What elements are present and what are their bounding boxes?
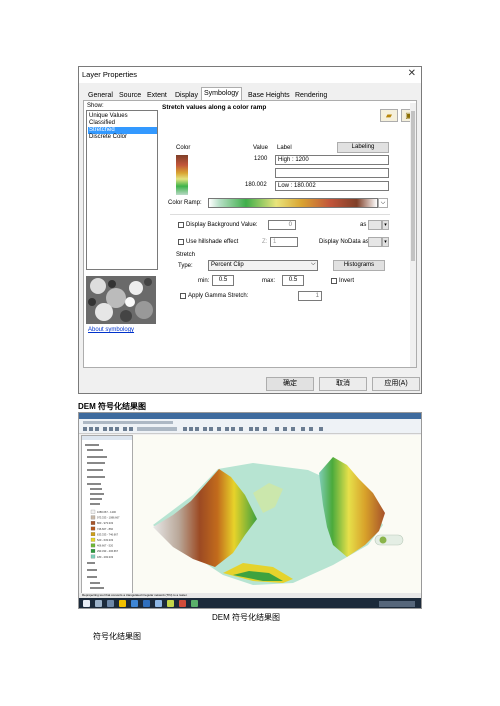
invert-checkbox[interactable] <box>331 278 337 284</box>
legend-label: 633.333 - 746.667 <box>97 532 119 536</box>
legend-label: 860 - 973.333 <box>97 521 114 525</box>
word-icon[interactable] <box>143 600 150 607</box>
gamma-label: Apply Gamma Stretch: <box>188 293 249 299</box>
min-label: min: <box>198 278 210 284</box>
color-ramp-swatch <box>176 155 188 195</box>
legend-swatch <box>90 526 96 531</box>
show-item-classified[interactable]: Classified <box>88 120 157 127</box>
symbology-panel: Show: Unique Values Classified Stretched… <box>83 100 417 368</box>
gamma-input[interactable]: 1 <box>298 291 322 301</box>
cancel-button[interactable]: 取消 <box>319 377 367 391</box>
layer-properties-dialog: Layer Properties ✕ General Source Extent… <box>78 66 422 394</box>
show-item-unique-values[interactable]: Unique Values <box>88 113 157 120</box>
legend-label: 973.333 - 1086.667 <box>97 516 120 520</box>
show-label: Show: <box>87 103 104 109</box>
chevron-down-icon[interactable]: ⌵ <box>378 198 388 208</box>
low-value: 180.002 <box>245 182 267 188</box>
invert-label: Invert <box>339 278 355 284</box>
scrollbar[interactable] <box>410 103 416 367</box>
apply-button[interactable]: 应用(A) <box>372 377 420 391</box>
start-icon[interactable] <box>83 600 90 607</box>
max-input[interactable]: 0.5 <box>282 275 304 286</box>
map-view[interactable] <box>133 435 421 593</box>
browser-icon[interactable] <box>131 600 138 607</box>
tab-symbology[interactable]: Symbology <box>201 87 242 101</box>
legend-label: 293.333 - 406.667 <box>97 549 119 553</box>
nodata-color-picker[interactable] <box>368 237 382 247</box>
legend-swatch <box>90 543 96 548</box>
legend-label: 406.667 - 520 <box>97 544 114 548</box>
legend-label: 520 - 633.333 <box>97 538 114 542</box>
figure-caption-1: DEM 符号化结果图 <box>78 402 146 411</box>
high-value: 1200 <box>254 156 268 162</box>
legend-label: 1086.667 - 1200 <box>97 510 116 514</box>
stretch-group-label: Stretch <box>176 252 196 258</box>
legend-swatch <box>90 554 96 559</box>
search-icon[interactable] <box>95 600 102 607</box>
table-of-contents: 1086.667 - 1200 973.333 - 1086.667 860 - 9… <box>81 435 133 595</box>
legend-swatch <box>90 549 96 553</box>
arcmap-screenshot: 1086.667 - 1200 973.333 - 1086.667 860 - 9… <box>78 412 422 609</box>
task-view-icon[interactable] <box>107 600 114 607</box>
close-icon[interactable]: ✕ <box>408 68 416 79</box>
color-ramp-label: Color Ramp: <box>168 200 202 206</box>
background-color-picker[interactable] <box>368 220 382 230</box>
high-label-input[interactable]: High : 1200 <box>275 155 389 165</box>
z-factor-input[interactable]: 1 <box>270 237 298 247</box>
stretch-settings: Stretch values along a color ramp Color … <box>162 101 417 367</box>
show-list[interactable]: Unique Values Classified Stretched Discr… <box>86 110 158 270</box>
legend-swatch <box>90 515 96 520</box>
figure-caption-3: 符号化结果图 <box>93 632 141 641</box>
ok-button[interactable]: 确定 <box>266 377 314 391</box>
show-item-discrete-color[interactable]: Discrete Color <box>88 134 157 141</box>
arcmap-icon[interactable] <box>155 600 162 607</box>
open-folder-icon[interactable]: ▰ <box>380 109 398 122</box>
labeling-button[interactable]: Labeling <box>337 142 389 153</box>
file-explorer-icon[interactable] <box>119 600 126 607</box>
legend-label: 180 - 293.333 <box>97 555 114 559</box>
system-tray-clock <box>379 601 415 607</box>
symbology-preview-image <box>86 276 156 324</box>
color-column-label: Color <box>176 145 191 151</box>
gamma-checkbox[interactable] <box>180 293 186 299</box>
background-value-input[interactable]: 0 <box>268 220 296 230</box>
nodata-label: Display NoData as <box>319 239 369 245</box>
display-background-label: Display Background Value: <box>186 222 258 228</box>
color-ramp-dropdown[interactable] <box>208 198 378 208</box>
legend-swatch <box>90 521 96 525</box>
low-label-input[interactable]: Low : 180.002 <box>275 181 389 191</box>
chevron-down-icon[interactable]: ▾ <box>382 220 389 230</box>
legend-label: 746.667 - 860 <box>97 527 114 531</box>
histograms-button[interactable]: Histograms <box>333 260 385 271</box>
hillshade-label: Use hillshade effect <box>186 239 239 245</box>
display-background-checkbox[interactable] <box>178 222 184 228</box>
legend-swatch <box>90 532 96 537</box>
type-label: Type: <box>178 263 193 269</box>
figure-caption-2: DEM 符号化结果图 <box>212 613 280 622</box>
stretch-type-select[interactable]: Percent Clip <box>208 260 318 271</box>
app-icon[interactable] <box>179 600 186 607</box>
about-symbology-link[interactable]: About symbology <box>88 327 134 333</box>
max-label: max: <box>262 278 276 284</box>
chevron-down-icon: ⌵ <box>311 261 316 267</box>
as-label: as <box>360 222 367 228</box>
legend-swatch <box>90 509 96 514</box>
label-column-label: Label <box>277 145 292 151</box>
dialog-title: Layer Properties <box>82 70 138 79</box>
z-label: Z: <box>262 239 268 245</box>
stretch-heading: Stretch values along a color ramp <box>162 104 267 111</box>
show-item-stretched[interactable]: Stretched <box>88 127 157 134</box>
middle-label-input[interactable] <box>275 168 389 178</box>
scrollbar-thumb[interactable] <box>411 111 415 261</box>
windows-taskbar <box>79 598 421 608</box>
app-icon[interactable] <box>167 600 174 607</box>
value-column-label: Value <box>253 145 268 151</box>
legend-swatch <box>90 537 96 542</box>
chevron-down-icon[interactable]: ▾ <box>382 237 389 247</box>
arcmap-toolbar <box>79 419 421 434</box>
dialog-titlebar: Layer Properties ✕ <box>79 67 421 83</box>
hillshade-checkbox[interactable] <box>178 239 184 245</box>
min-input[interactable]: 0.5 <box>212 275 234 286</box>
app-icon[interactable] <box>191 600 198 607</box>
